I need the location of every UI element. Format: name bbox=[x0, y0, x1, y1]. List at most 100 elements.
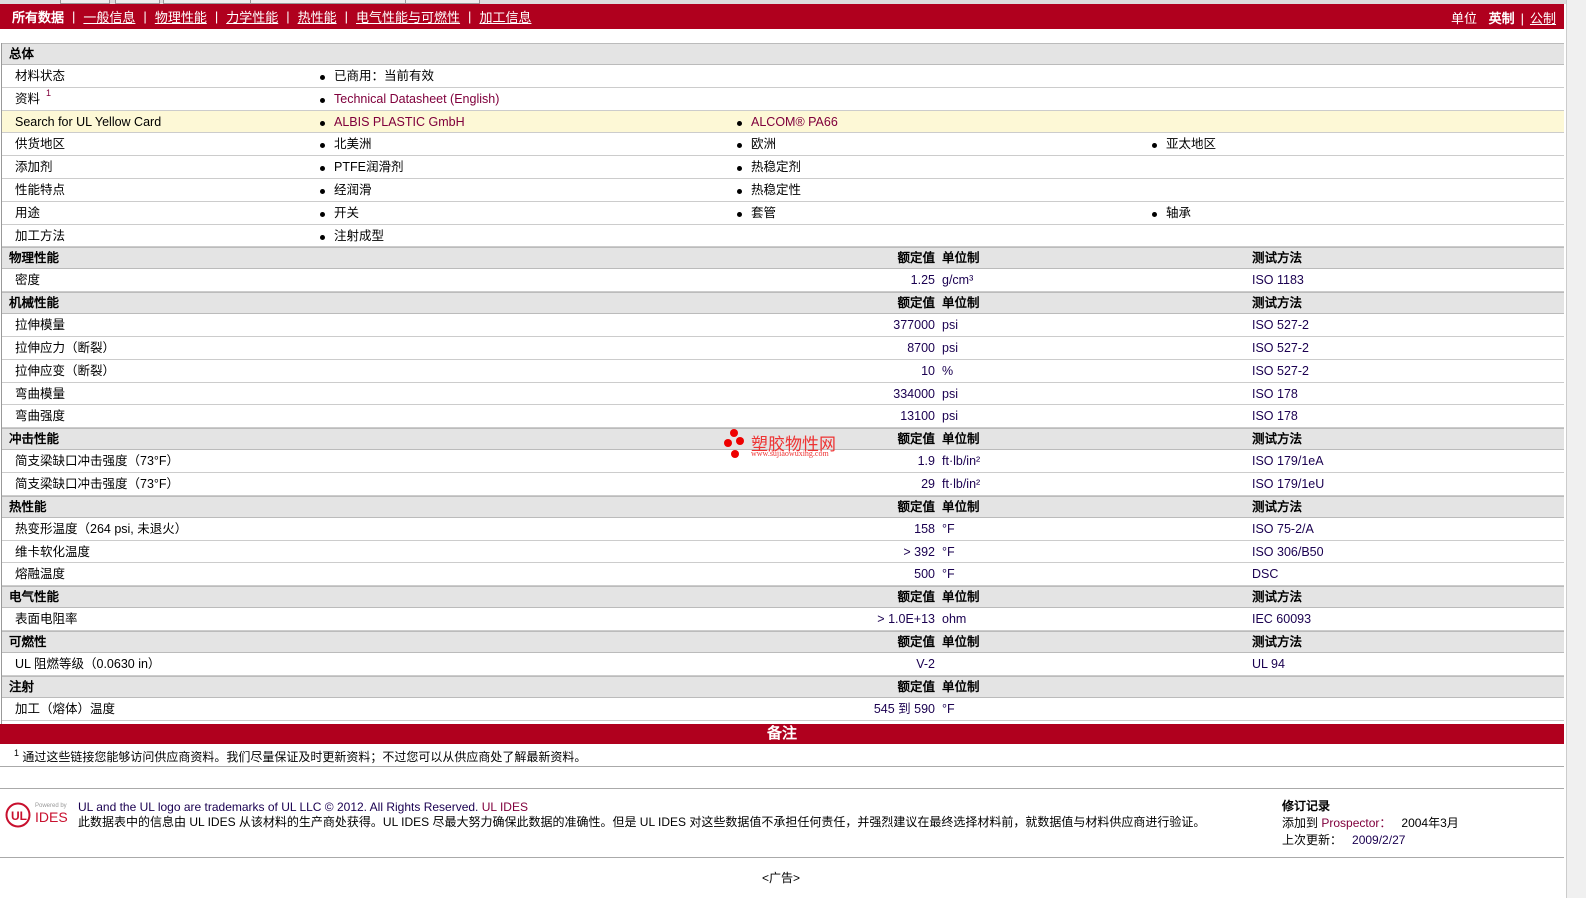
nav-item-3[interactable]: 力学性能 bbox=[226, 7, 278, 26]
revision-history: 修订记录 添加到 Prospector： 2004年3月 上次更新： 2009/… bbox=[1282, 798, 1459, 849]
nav-separator: | bbox=[286, 9, 290, 24]
row-value: 已商用：当前有效 bbox=[320, 65, 434, 87]
added-label: 添加到 bbox=[1282, 816, 1319, 830]
label-sup: 1 bbox=[46, 87, 52, 98]
row-value[interactable]: ALCOM® PA66 bbox=[737, 111, 838, 133]
trademark-text: UL and the UL logo are trademarks of UL … bbox=[78, 800, 479, 814]
section-header: 冲击性能 额定值 单位制 测试方法 bbox=[2, 428, 1564, 451]
nav-item-4[interactable]: 热性能 bbox=[298, 7, 337, 26]
test-header: 测试方法 bbox=[1252, 590, 1303, 605]
property-label: 热变形温度（264 psi, 未退火） bbox=[15, 521, 188, 536]
property-label: 弯曲模量 bbox=[15, 386, 66, 401]
row-value[interactable]: ALBIS PLASTIC GmbH bbox=[320, 111, 465, 133]
value-header: 额定值 bbox=[897, 432, 935, 447]
row-value: 注射成型 bbox=[320, 225, 384, 247]
unit-header: 单位制 bbox=[942, 590, 980, 605]
property-unit: °F bbox=[942, 567, 955, 582]
updated-date: 2009/2/27 bbox=[1352, 833, 1406, 847]
property-unit: % bbox=[942, 363, 954, 378]
section-header: 物理性能 额定值 单位制 测试方法 bbox=[2, 247, 1564, 270]
test-method: ISO 527-2 bbox=[1252, 340, 1309, 355]
general-row: Search for UL Yellow Card ALBIS PLASTIC G… bbox=[2, 110, 1564, 134]
ul-ides-link[interactable]: UL IDES bbox=[482, 800, 528, 814]
property-value: 13100 bbox=[900, 409, 935, 424]
property-unit: ohm bbox=[942, 612, 967, 627]
property-label: 密度 bbox=[15, 273, 41, 288]
property-row: 简支梁缺口冲击强度（73°F） 1.9 ft·lb/in² ISO 179/1eA bbox=[2, 450, 1564, 473]
divider bbox=[0, 788, 1564, 789]
row-value: 欧洲 bbox=[737, 133, 776, 155]
test-header: 测试方法 bbox=[1252, 296, 1303, 311]
nav-item-5[interactable]: 电气性能与可燃性 bbox=[356, 7, 460, 26]
property-row: 拉伸应力（断裂） 8700 psi ISO 527-2 bbox=[2, 337, 1564, 360]
general-row: 添加剂 PTFE润滑剂 热稳定剂 bbox=[2, 156, 1564, 179]
property-label: 拉伸应变（断裂） bbox=[15, 363, 116, 378]
property-label: 拉伸模量 bbox=[15, 318, 66, 333]
property-value: 334000 bbox=[893, 386, 935, 401]
nav-item-0[interactable]: 所有数据 bbox=[12, 7, 64, 26]
nav-item-1[interactable]: 一般信息 bbox=[83, 7, 135, 26]
ad-link[interactable]: <广告> bbox=[762, 869, 800, 886]
property-value: 500 bbox=[914, 567, 935, 582]
property-value: 10 bbox=[921, 363, 935, 378]
property-value: 29 bbox=[921, 476, 935, 491]
unit-label: 单位 bbox=[1450, 11, 1477, 26]
test-method[interactable]: UL 94 bbox=[1252, 653, 1285, 675]
footer-text: UL and the UL logo are trademarks of UL … bbox=[78, 800, 1268, 830]
property-label: 拉伸应力（断裂） bbox=[15, 340, 116, 355]
property-unit: ft·lb/in² bbox=[942, 454, 981, 469]
property-unit: ft·lb/in² bbox=[942, 476, 981, 491]
unit-header: 单位制 bbox=[942, 634, 980, 649]
general-row: 加工方法 注射成型 bbox=[2, 225, 1564, 248]
section-header: 电气性能 额定值 单位制 测试方法 bbox=[2, 586, 1564, 609]
test-method: ISO 306/B50 bbox=[1252, 544, 1324, 559]
note-sup: 1 bbox=[14, 748, 20, 758]
nav-separator: | bbox=[1520, 11, 1524, 26]
property-unit: psi bbox=[942, 318, 958, 333]
property-value: 158 bbox=[914, 521, 935, 536]
property-value: 377000 bbox=[893, 318, 935, 333]
property-row: 弯曲强度 13100 psi ISO 178 bbox=[2, 405, 1564, 429]
property-row: 密度 1.25 g/cm³ ISO 1183 bbox=[2, 269, 1564, 293]
section-title: 物理性能 bbox=[9, 251, 60, 266]
nav-separator: | bbox=[344, 9, 349, 24]
property-row: 拉伸应变（断裂） 10% ISO 527-2 bbox=[2, 360, 1564, 383]
row-value[interactable]: Technical Datasheet (English) bbox=[320, 88, 499, 110]
test-header: 测试方法 bbox=[1252, 432, 1303, 447]
property-row: 表面电阻率 > 1.0E+13 ohm IEC 60093 bbox=[2, 608, 1564, 631]
row-value: 北美洲 bbox=[320, 133, 372, 155]
general-row: 供货地区 北美洲 欧洲 亚太地区 bbox=[2, 133, 1564, 157]
prospector-link[interactable]: Prospector： bbox=[1321, 816, 1391, 830]
nav-item-2[interactable]: 物理性能 bbox=[155, 7, 207, 26]
unit-header: 单位制 bbox=[942, 432, 980, 447]
unit-header: 单位制 bbox=[942, 296, 980, 311]
row-label: 加工方法 bbox=[15, 228, 66, 243]
unit-header: 单位制 bbox=[942, 499, 980, 514]
row-value: PTFE润滑剂 bbox=[320, 156, 403, 178]
section-title: 机械性能 bbox=[9, 296, 60, 311]
unit-header: 单位制 bbox=[942, 251, 980, 266]
row-value: 亚太地区 bbox=[1152, 133, 1216, 155]
note-body: 通过这些链接您能够访问供应商资料。我们尽量保证及时更新资料；不过您可以从供应商处… bbox=[22, 750, 587, 764]
unit-metric[interactable]: 公制 bbox=[1530, 11, 1556, 26]
value-header: 额定值 bbox=[897, 499, 935, 514]
nav-separator: | bbox=[214, 9, 219, 24]
test-method: ISO 75-2/A bbox=[1252, 521, 1314, 536]
section-header: 注射 额定值 单位制 bbox=[2, 675, 1564, 698]
property-value: 8700 bbox=[907, 340, 935, 355]
row-value: 热稳定剂 bbox=[737, 156, 801, 178]
row-label: 性能特点 bbox=[15, 182, 66, 197]
property-unit: g/cm³ bbox=[942, 273, 974, 288]
row-label: Search for UL Yellow Card bbox=[15, 114, 162, 129]
value-header: 额定值 bbox=[897, 296, 935, 311]
property-row: 简支梁缺口冲击强度（73°F） 29 ft·lb/in² ISO 179/1eU bbox=[2, 473, 1564, 496]
property-label: 简支梁缺口冲击强度（73°F） bbox=[15, 476, 180, 491]
unit-english[interactable]: 英制 bbox=[1489, 11, 1515, 26]
section-title: 冲击性能 bbox=[9, 432, 60, 447]
property-unit: °F bbox=[942, 521, 955, 536]
property-unit: psi bbox=[942, 409, 958, 424]
nav-item-6[interactable]: 加工信息 bbox=[479, 7, 531, 26]
vertical-scrollbar[interactable] bbox=[1566, 0, 1586, 898]
property-label: 熔融温度 bbox=[15, 567, 66, 582]
property-value: > 392 bbox=[903, 544, 935, 559]
